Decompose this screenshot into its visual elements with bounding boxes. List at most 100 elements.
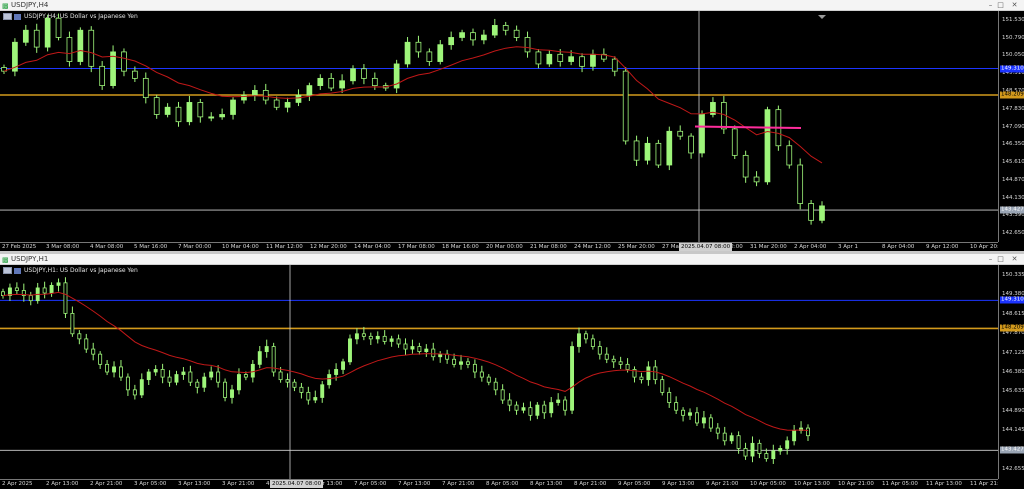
candle-body xyxy=(465,361,470,365)
bottom-window-titlebar[interactable]: ▩ USDJPY,H1 – □ ✕ xyxy=(0,254,1024,265)
candle xyxy=(632,366,637,383)
candle-body xyxy=(257,351,262,365)
candle-body xyxy=(175,106,182,123)
candle xyxy=(396,334,401,348)
candle xyxy=(306,82,313,101)
candle-body xyxy=(459,361,463,365)
candle xyxy=(710,97,716,118)
candle xyxy=(251,85,258,101)
top-chart-canvas xyxy=(0,11,998,242)
candle xyxy=(708,414,713,432)
symbol-icon xyxy=(14,13,21,20)
candle-body xyxy=(186,102,193,123)
top-window-titlebar[interactable]: ▩ USDJPY,H4 – □ ✕ xyxy=(0,0,1024,11)
time-tick-label: 3 Mar 08:00 xyxy=(46,244,80,250)
time-tick-label: 7 Mar 00:00 xyxy=(178,244,212,250)
candle xyxy=(181,367,186,380)
candle xyxy=(785,436,790,455)
candle-body xyxy=(181,371,186,375)
candle xyxy=(507,393,512,412)
candle xyxy=(438,351,443,363)
time-tick-label: 7 Apr 21:00 xyxy=(442,481,475,487)
candle xyxy=(570,341,575,415)
candle xyxy=(146,368,151,385)
candle xyxy=(667,387,672,408)
candle-body xyxy=(625,363,630,370)
chart-shift-icon[interactable] xyxy=(818,15,826,19)
candle-body xyxy=(99,65,106,86)
candle-body xyxy=(424,348,429,353)
gold-level-tag: 148.209 xyxy=(1000,91,1024,99)
candle-body xyxy=(328,77,335,89)
candle xyxy=(209,366,214,381)
candle xyxy=(132,384,137,400)
candle xyxy=(348,334,352,365)
candle-body xyxy=(91,348,96,355)
price-tick-label: 144.890 xyxy=(1002,407,1024,414)
candle-body xyxy=(549,402,554,414)
candle-body xyxy=(528,407,533,416)
candle-body xyxy=(514,404,519,411)
candle-body xyxy=(771,450,776,460)
candle-body xyxy=(216,371,221,383)
close-button[interactable]: ✕ xyxy=(1010,1,1019,9)
candle xyxy=(49,282,54,297)
top-price-axis[interactable]: 151.530150.790150.050149.310148.570147.8… xyxy=(998,11,1024,242)
minimize-button[interactable]: – xyxy=(986,1,995,9)
blue-level-tag: 149.310 xyxy=(1000,296,1024,304)
candle-body xyxy=(195,381,200,388)
time-tick-label: 11 Mar 12:00 xyxy=(266,244,303,250)
bottom-price-axis[interactable]: 150.335 149.380 148.615 147.870 147.125 146.3… xyxy=(998,265,1024,479)
candle xyxy=(472,359,477,379)
candle xyxy=(153,365,158,376)
candle-body xyxy=(493,381,498,391)
top-window-title: USDJPY,H4 xyxy=(11,1,49,9)
candle xyxy=(731,125,738,159)
candle-body xyxy=(250,363,255,378)
minimize-button[interactable]: – xyxy=(986,255,995,263)
candle xyxy=(493,377,498,396)
candle xyxy=(753,171,760,187)
candle xyxy=(424,344,429,357)
trendline[interactable] xyxy=(694,125,802,129)
candle xyxy=(470,28,476,46)
candle-body xyxy=(262,90,269,101)
symbol-icon xyxy=(14,267,21,274)
candle xyxy=(105,360,110,376)
maximize-button[interactable]: □ xyxy=(996,1,1005,9)
candle xyxy=(633,135,640,166)
candle-body xyxy=(22,29,29,43)
candle-body xyxy=(44,17,51,48)
price-tick-label: 150.050 xyxy=(1002,52,1024,59)
time-tick-label: 4 Mar 08:00 xyxy=(90,244,124,250)
close-button[interactable]: ✕ xyxy=(1010,255,1019,263)
time-tick-label: 3 Apr 05:00 xyxy=(134,481,167,487)
candle-body xyxy=(361,333,366,337)
candle-body xyxy=(146,371,151,381)
top-chart-plot-area[interactable]: USDJPY,H4: US Dollar vs Japanese Yen xyxy=(0,11,998,242)
candle-body xyxy=(354,333,359,340)
candle xyxy=(35,282,40,304)
candle xyxy=(139,373,144,398)
candle-body xyxy=(371,77,378,86)
candle-body xyxy=(753,176,760,183)
price-tick-label: 147.125 xyxy=(1002,349,1024,356)
bottom-time-axis[interactable]: 2 Apr 2025 2 Apr 13:00 2 Apr 21:00 3 Apr 05… xyxy=(0,479,998,489)
candle-body xyxy=(188,371,193,383)
candle xyxy=(393,59,400,94)
candle xyxy=(142,72,149,104)
candle-body xyxy=(611,58,618,72)
candle-body xyxy=(197,102,204,118)
price-tick-label: 142.655 xyxy=(1002,466,1024,473)
maximize-button[interactable]: □ xyxy=(996,255,1005,263)
candle xyxy=(328,73,335,91)
candle xyxy=(771,444,776,464)
time-tick-label: 14 Mar 04:00 xyxy=(354,244,391,250)
candle-body xyxy=(284,102,291,108)
candle-body xyxy=(764,109,771,183)
candle xyxy=(481,29,487,45)
candle-body xyxy=(535,404,540,416)
bottom-chart-plot-area[interactable]: USDJPY,H1: US Dollar vs Japanese Yen xyxy=(0,265,998,479)
candle xyxy=(514,401,519,415)
time-tick-label: 3 Apr 21:00 xyxy=(222,481,255,487)
